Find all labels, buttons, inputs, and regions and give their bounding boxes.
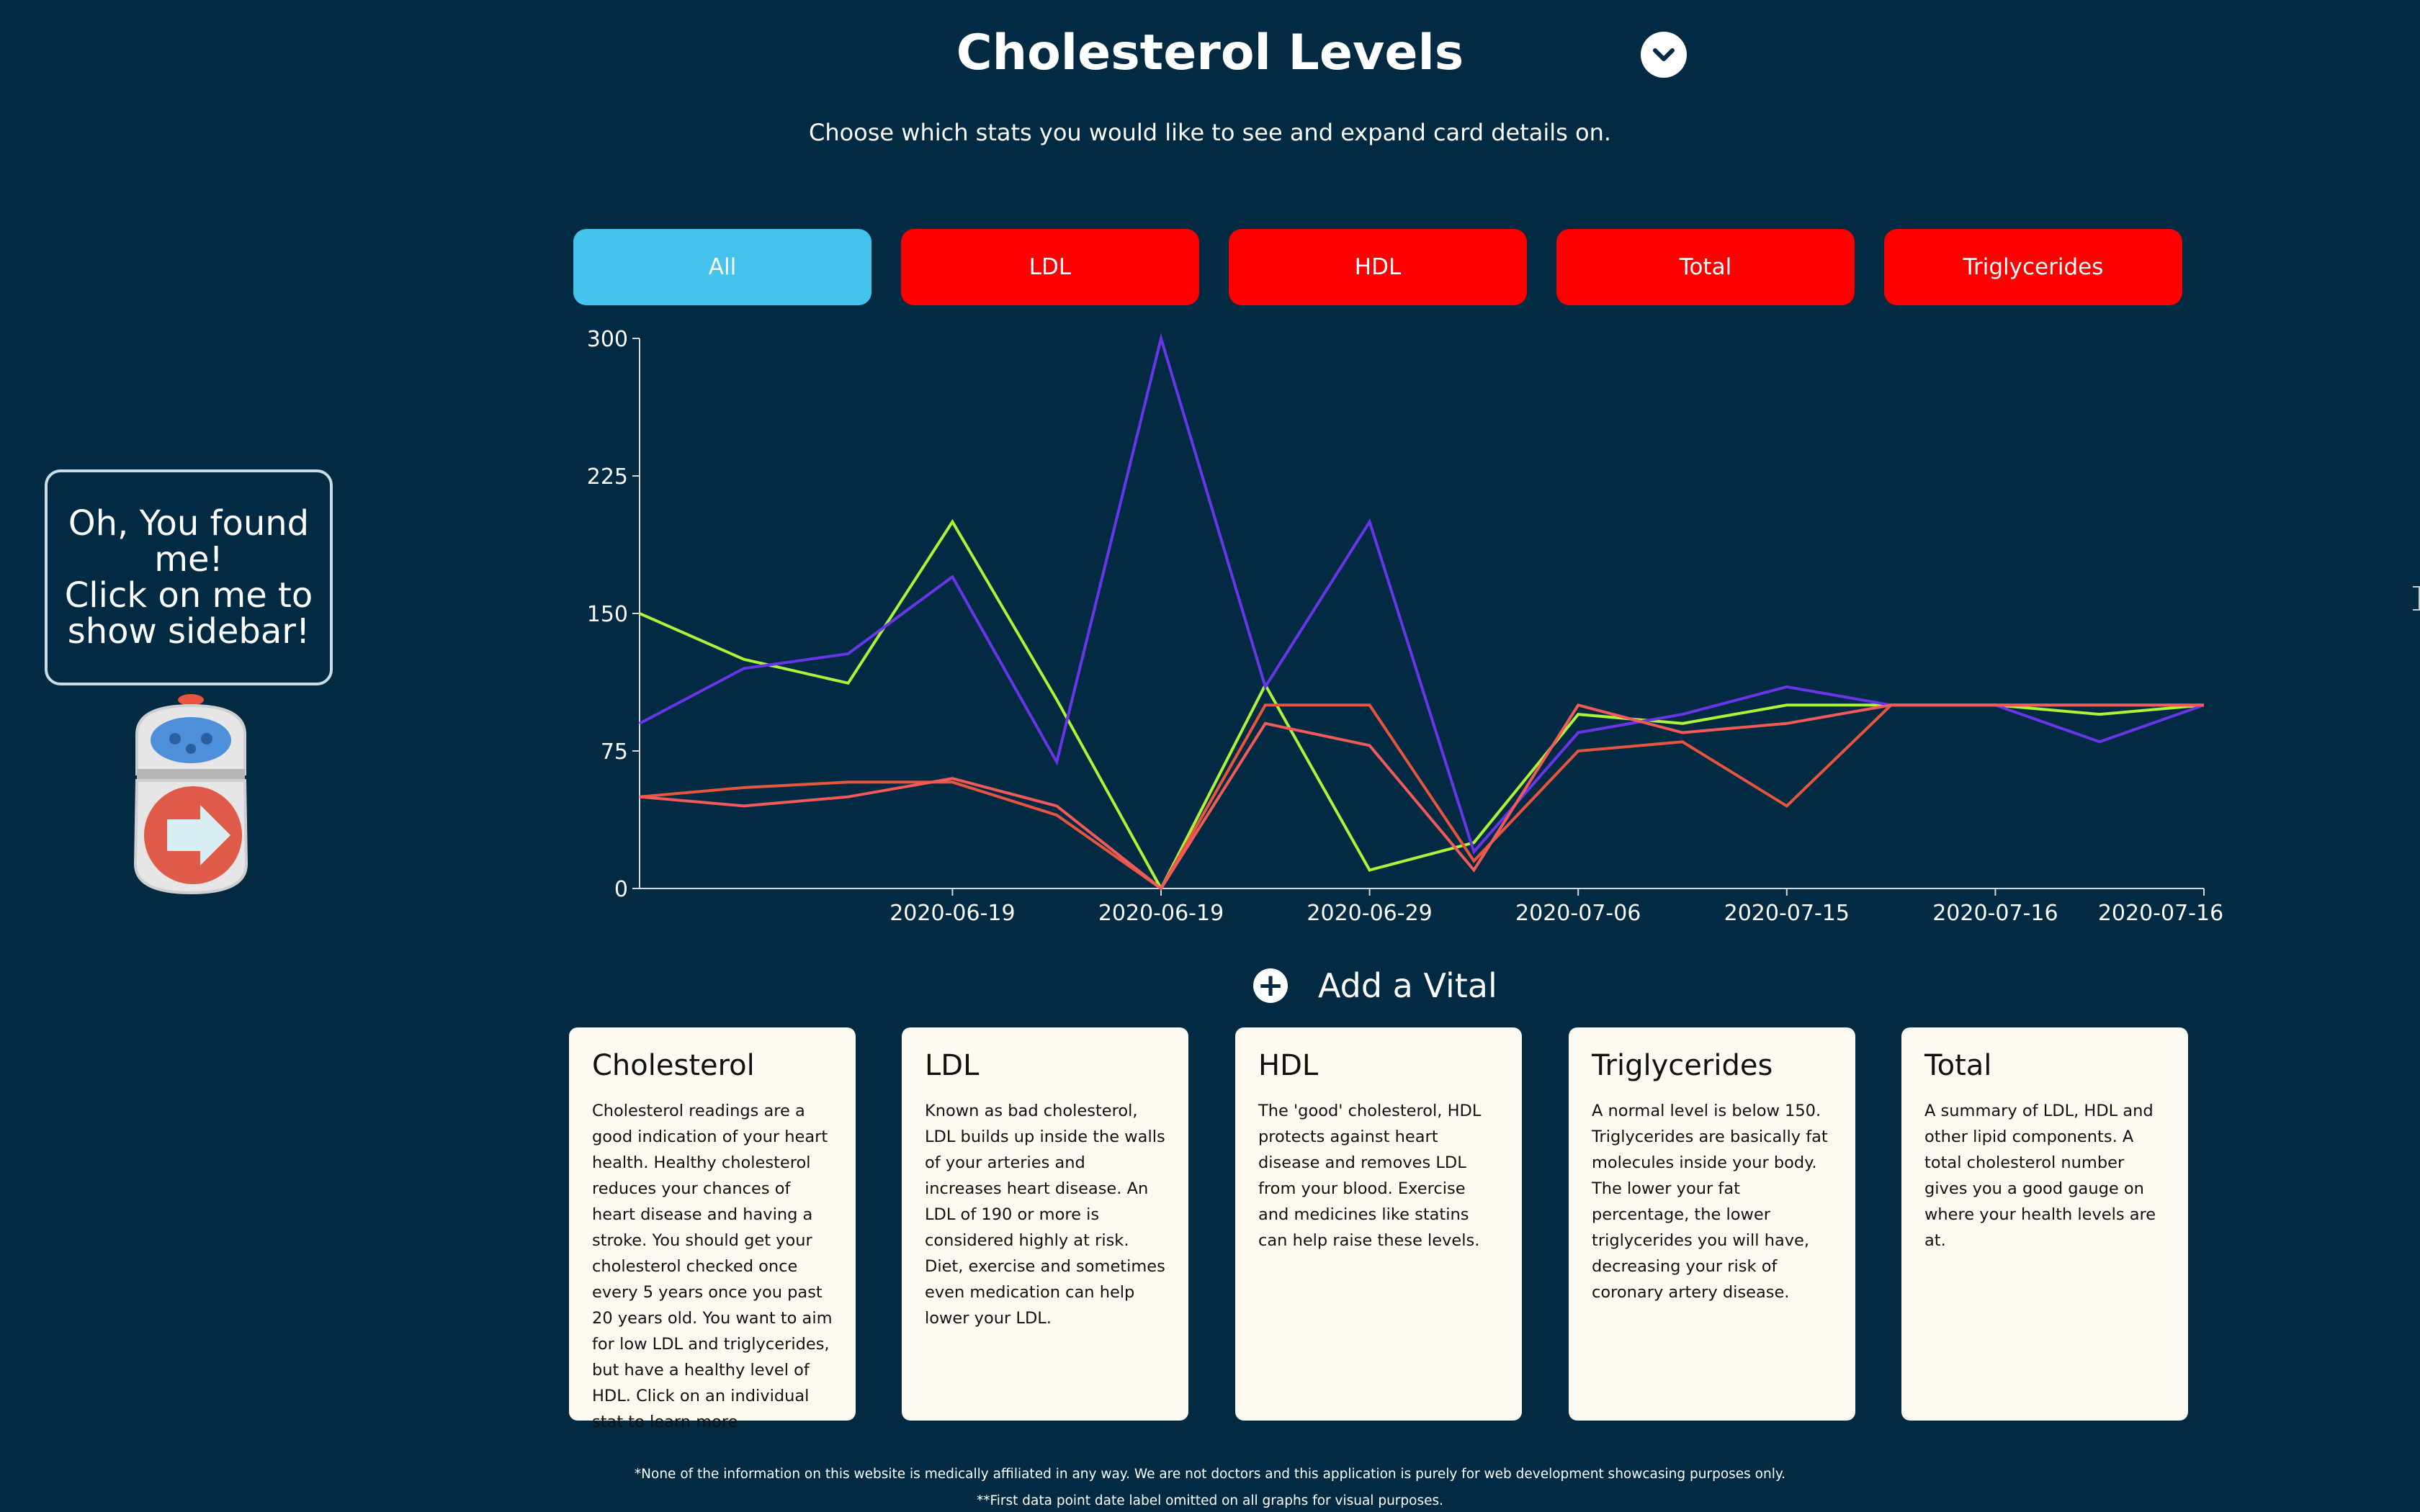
tab-label: LDL <box>1028 254 1072 280</box>
robot-mascot-icon[interactable] <box>115 691 266 896</box>
x-tick-label: 2020-07-06 <box>1515 901 1641 926</box>
y-tick-label: 150 <box>587 602 628 627</box>
hint-line-2: Click on me to <box>64 575 313 616</box>
x-tick-label: 2020-06-29 <box>1307 901 1432 926</box>
tab-label: Triglycerides <box>1963 254 2104 280</box>
chevron-down-icon <box>1653 48 1675 61</box>
add-vital-label: Add a Vital <box>1318 966 1497 1005</box>
card-body: A summary of LDL, HDL and other lipid co… <box>1924 1102 2156 1250</box>
x-tick-label: 2020-06-19 <box>1098 901 1224 926</box>
info-card-ldl[interactable]: LDL Known as bad cholesterol, LDL builds… <box>902 1027 1188 1421</box>
plus-icon: + <box>1253 968 1288 1003</box>
card-title: LDL <box>925 1049 980 1082</box>
x-tick-label: 2020-07-16 <box>1932 901 2058 926</box>
page-title-text: Cholesterol Levels <box>956 24 1464 81</box>
add-vital-button[interactable]: + Add a Vital <box>1253 960 1497 1011</box>
y-tick-label: 75 <box>601 739 628 765</box>
x-tick-label: 2020-07-15 <box>1724 901 1850 926</box>
card-title: Triglycerides <box>1592 1049 1773 1082</box>
card-body: Cholesterol readings are a good indicati… <box>592 1102 833 1431</box>
footnote-text: **First data point date label omitted on… <box>976 1493 1444 1508</box>
tab-total[interactable]: Total <box>1556 229 1855 305</box>
chart-series <box>639 333 2205 892</box>
card-body: The 'good' cholesterol, HDL protects aga… <box>1258 1102 1482 1250</box>
series-line-4 <box>639 703 2204 891</box>
card-body: A normal level is below 150. Triglycerid… <box>1592 1102 1828 1302</box>
x-tick-label: 2020-06-19 <box>889 901 1015 926</box>
card-title: Total <box>1924 1049 1992 1082</box>
info-card-cholesterol[interactable]: Cholesterol Cholesterol readings are a g… <box>569 1027 856 1431</box>
series-line-2 <box>639 333 2205 855</box>
y-tick-label: 0 <box>614 877 628 902</box>
y-tick-label: 300 <box>587 328 628 352</box>
page-title: Cholesterol Levels <box>0 24 2420 81</box>
sidebar-hint-bubble[interactable]: Oh, You found me! Click on me to show si… <box>45 469 333 685</box>
hint-line-3: show sidebar! <box>67 611 310 652</box>
tab-hdl[interactable]: HDL <box>1229 229 1527 305</box>
x-axis: 2020-06-19 2020-06-19 2020-06-29 2020-07-06… <box>640 888 2223 926</box>
disclaimer-text: *None of the information on this website… <box>634 1467 1786 1482</box>
tab-triglycerides[interactable]: Triglycerides <box>1884 229 2182 305</box>
card-title: Cholesterol <box>592 1049 755 1082</box>
tab-label: Total <box>1679 254 1732 280</box>
x-tick-label: 2020-07-16 <box>2098 901 2223 926</box>
tab-label: HDL <box>1354 254 1402 280</box>
hint-line-1: Oh, You found me! <box>68 503 310 580</box>
info-card-hdl[interactable]: HDL The 'good' cholesterol, HDL protects… <box>1235 1027 1522 1421</box>
series-line-3 <box>639 703 2204 891</box>
tab-label: All <box>708 254 737 280</box>
sidebar-toggle-handle[interactable] <box>2413 586 2420 611</box>
info-card-total[interactable]: Total A summary of LDL, HDL and other li… <box>1901 1027 2188 1421</box>
tab-all[interactable]: All <box>573 229 871 305</box>
y-tick-label: 225 <box>587 464 628 490</box>
info-card-triglycerides[interactable]: Triglycerides A normal level is below 15… <box>1569 1027 1855 1421</box>
y-axis: 0 75 150 225 300 <box>587 328 640 902</box>
cholesterol-line-chart: 075150225300 2020-06-19 2020-06-19 2020-06… <box>587 328 2223 926</box>
expand-dropdown-button[interactable] <box>1641 32 1687 78</box>
card-title: HDL <box>1258 1049 1319 1082</box>
page-subtitle: Choose which stats you would like to see… <box>808 119 1612 146</box>
card-body: Known as bad cholesterol, LDL builds up … <box>925 1102 1165 1328</box>
tab-ldl[interactable]: LDL <box>901 229 1199 305</box>
